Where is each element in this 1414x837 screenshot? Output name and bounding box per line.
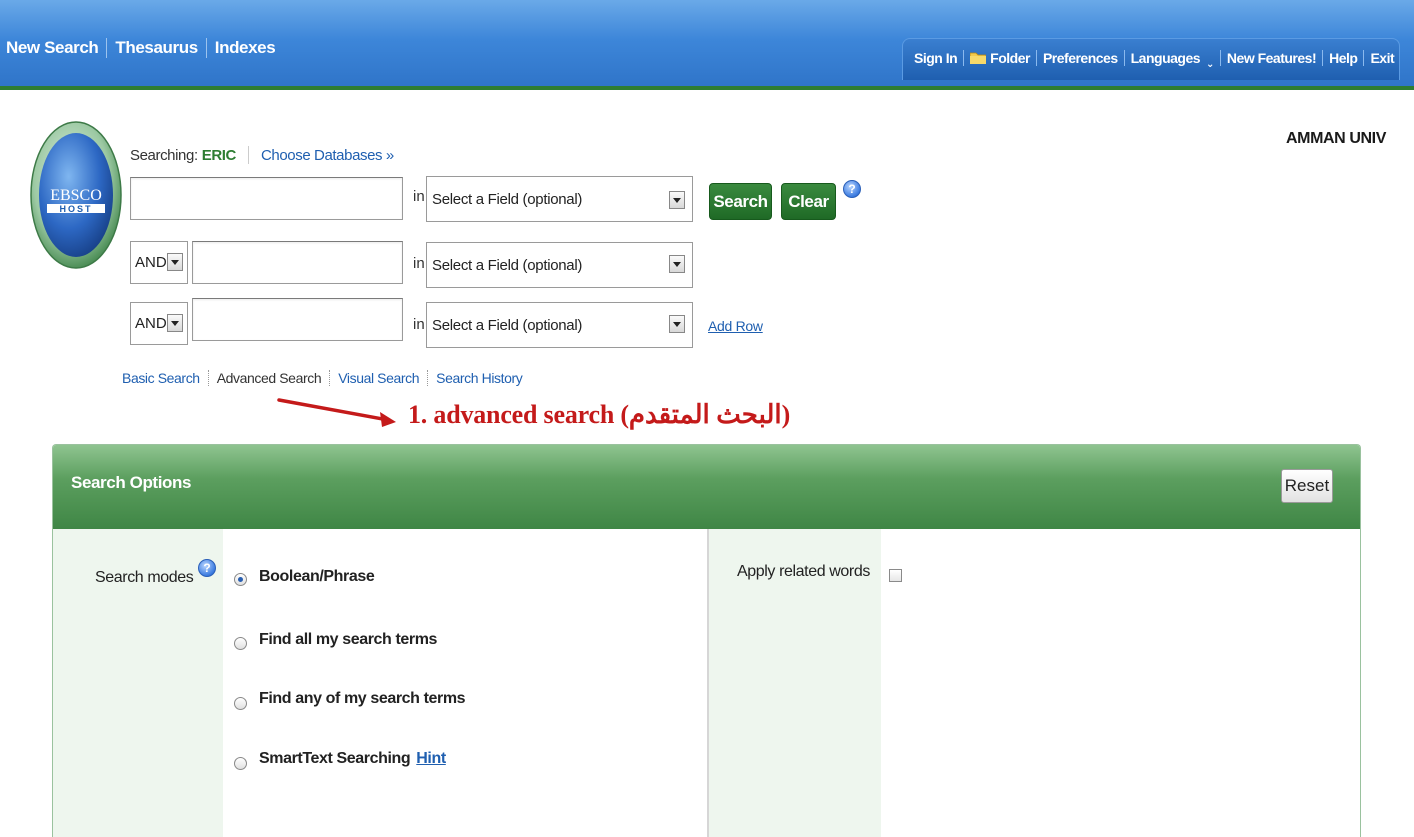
radio-boolean-phrase[interactable]	[234, 573, 247, 586]
apply-related-words-checkbox[interactable]	[889, 569, 902, 582]
annotation-arrow	[277, 398, 396, 427]
hint-link[interactable]: Hint	[416, 750, 446, 767]
database-name: ERIC	[201, 146, 237, 164]
preferences-link[interactable]: Preferences	[1043, 50, 1118, 66]
apply-related-words-label: Apply related words	[737, 563, 870, 580]
languages-label: Languages	[1130, 50, 1201, 66]
choose-databases-link[interactable]: Choose Databases »	[261, 147, 394, 164]
mode-label-boolean-phrase[interactable]: Boolean/Phrase	[259, 568, 375, 586]
reset-button[interactable]: Reset	[1281, 469, 1333, 503]
search-modes-help-icon[interactable]: ?	[198, 559, 216, 577]
visual-search-link[interactable]: Visual Search	[338, 370, 419, 386]
field-select-3[interactable]: Select a Field (optional)	[426, 302, 693, 348]
mode-separator	[207, 370, 209, 386]
search-options-panel: Search Options Reset Search modes ? Bool…	[52, 444, 1361, 837]
mode-label-smarttext[interactable]: SmartText Searching Hint	[259, 750, 446, 768]
logo-subtext: HOST	[59, 204, 92, 214]
search-modes-label: Search modes	[95, 569, 194, 586]
utility-nav: Sign In Folder Preferences Languages ⌄ Ne…	[914, 50, 1395, 70]
mode-label-find-any-terms[interactable]: Find any of my search terms	[259, 690, 466, 708]
folder-label: Folder	[990, 50, 1030, 66]
operator-value: AND	[135, 315, 167, 332]
operator-value: AND	[135, 254, 167, 271]
main-nav: New Search Thesaurus Indexes	[6, 38, 276, 58]
dropdown-arrow-icon[interactable]	[167, 253, 183, 271]
new-features-link[interactable]: New Features!	[1227, 50, 1317, 66]
searching-label: Searching:	[130, 146, 198, 164]
search-options-header	[53, 445, 1360, 529]
search-button[interactable]: Search	[709, 183, 772, 220]
utility-separator	[1322, 50, 1324, 66]
nav-new-search[interactable]: New Search	[6, 38, 99, 58]
help-icon[interactable]: ?	[843, 180, 861, 198]
dropdown-arrow-icon[interactable]	[669, 315, 685, 333]
utility-separator	[1123, 50, 1125, 66]
institution-name: AMMAN UNIV	[1286, 130, 1386, 147]
search-input-2[interactable]	[192, 241, 403, 284]
languages-menu[interactable]: Languages ⌄	[1130, 50, 1215, 70]
annotation-text: 1. advanced search (البحث المتقدم)	[408, 400, 791, 429]
utility-separator	[1035, 50, 1037, 66]
searching-line: Searching: ERIC Choose Databases »	[130, 146, 394, 164]
folder-icon	[970, 52, 987, 64]
field-select-2[interactable]: Select a Field (optional)	[426, 242, 693, 288]
chevron-down-icon: ⌄	[1206, 59, 1214, 70]
basic-search-link[interactable]: Basic Search	[122, 370, 200, 386]
search-input-3[interactable]	[192, 298, 403, 341]
logo-text: EBSCO	[50, 187, 102, 204]
help-link[interactable]: Help	[1329, 50, 1358, 66]
utility-separator	[1219, 50, 1221, 66]
smarttext-label: SmartText Searching	[259, 750, 411, 767]
exit-link[interactable]: Exit	[1370, 50, 1394, 66]
mode-label-find-all-terms[interactable]: Find all my search terms	[259, 631, 437, 649]
dropdown-arrow-icon[interactable]	[669, 255, 685, 273]
dropdown-arrow-icon[interactable]	[669, 191, 685, 209]
folder-link[interactable]: Folder	[970, 50, 1030, 66]
mode-separator	[329, 370, 331, 386]
nav-separator	[205, 38, 207, 58]
radio-find-any-terms[interactable]	[234, 697, 247, 710]
add-row-link[interactable]: Add Row	[708, 318, 763, 334]
field-select-value: Select a Field (optional)	[432, 190, 583, 208]
utility-separator	[1363, 50, 1365, 66]
in-label: in	[413, 188, 425, 205]
advanced-search-link[interactable]: Advanced Search	[217, 370, 322, 386]
ebscohost-logo[interactable]: EBSCO HOST	[30, 120, 122, 270]
radio-smarttext[interactable]	[234, 757, 247, 770]
in-label: in	[413, 255, 425, 272]
clear-button[interactable]: Clear	[781, 183, 836, 220]
nav-indexes[interactable]: Indexes	[215, 38, 276, 58]
search-mode-links: Basic Search Advanced Search Visual Sear…	[122, 370, 523, 386]
search-history-link[interactable]: Search History	[436, 370, 523, 386]
utility-separator	[963, 50, 965, 66]
sign-in-link[interactable]: Sign In	[914, 50, 958, 66]
field-select-1[interactable]: Select a Field (optional)	[426, 176, 693, 222]
field-select-value: Select a Field (optional)	[432, 256, 583, 274]
radio-find-all-terms[interactable]	[234, 637, 247, 650]
search-input-1[interactable]	[130, 177, 403, 220]
search-options-title: Search Options	[71, 473, 192, 492]
mode-separator	[427, 370, 429, 386]
top-bar-divider	[0, 86, 1414, 90]
searching-separator	[247, 146, 249, 164]
nav-thesaurus[interactable]: Thesaurus	[115, 38, 198, 58]
dropdown-arrow-icon[interactable]	[167, 314, 183, 332]
in-label: in	[413, 316, 425, 333]
field-select-value: Select a Field (optional)	[432, 316, 583, 334]
nav-separator	[106, 38, 108, 58]
